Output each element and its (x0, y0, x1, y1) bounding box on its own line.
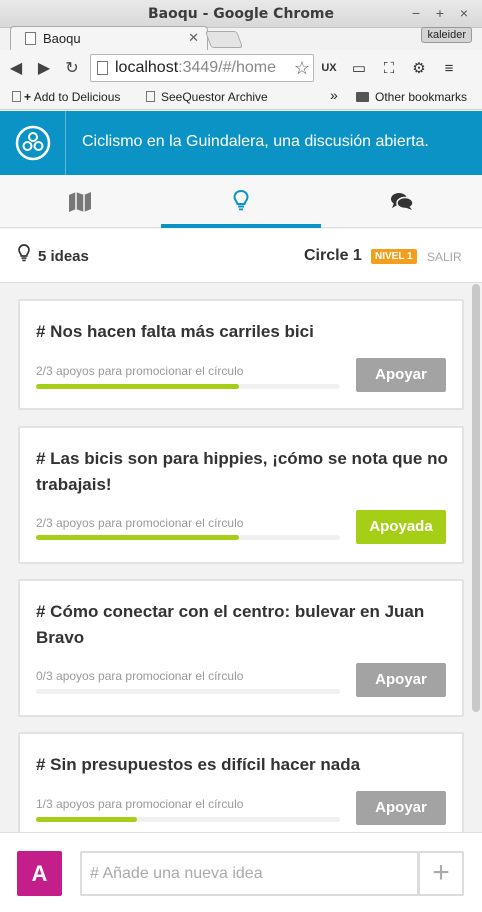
scrollbar[interactable] (472, 284, 480, 712)
maximize-icon[interactable]: + (430, 3, 450, 23)
support-button[interactable]: Apoyar (356, 791, 446, 825)
profile-button[interactable]: kaleider (421, 27, 472, 43)
url-path: :3449/#/home (178, 59, 277, 76)
support-progress-bar (36, 817, 340, 822)
support-button[interactable]: Apoyada (356, 510, 446, 544)
exit-link[interactable]: SALIR (427, 250, 462, 264)
add-idea-button[interactable]: + (418, 851, 464, 896)
forward-icon[interactable]: ▶ (32, 58, 56, 78)
cast-icon[interactable]: ▭ (344, 59, 374, 77)
app-logo[interactable] (0, 111, 66, 175)
ideas-subheader: 5 ideas Circle 1 NIVEL 1 SALIR (0, 229, 482, 283)
screen-capture-icon[interactable]: ⛶ (374, 60, 404, 77)
tab-map[interactable] (0, 175, 160, 228)
idea-title: # Las bicis son para hippies, ¡cómo se n… (36, 449, 448, 494)
back-icon[interactable]: ◀ (4, 58, 28, 78)
bookmarks-overflow-icon[interactable]: » (330, 87, 338, 103)
settings-gear-icon[interactable]: ⚙ (404, 59, 434, 77)
level-badge: NIVEL 1 (371, 249, 417, 264)
support-progress-bar (36, 384, 340, 389)
browser-toolbar: ◀ ▶ ↻ localhost:3449/#/home ☆ UX ▭ ⛶ ⚙ ≡ (0, 50, 482, 86)
ux-extension-icon[interactable]: UX (314, 62, 344, 74)
plus-icon: + (24, 90, 32, 104)
support-button[interactable]: Apoyar (356, 663, 446, 697)
tab-ideas[interactable] (161, 175, 321, 228)
idea-card: # Sin presupuestos es difícil hacer nada… (18, 732, 464, 832)
menu-icon[interactable]: ≡ (434, 60, 464, 77)
bookmark-label: Add to Delicious (33, 90, 121, 104)
app-header: Ciclismo en la Guindalera, una discusión… (0, 111, 482, 175)
minimize-icon[interactable]: − (406, 3, 426, 23)
support-button[interactable]: Apoyar (356, 358, 446, 392)
folder-icon (356, 92, 369, 102)
support-progress-text: 2/3 apoyos para promocionar el círculo (36, 364, 244, 378)
support-progress-text: 2/3 apoyos para promocionar el círculo (36, 516, 244, 530)
other-bookmarks-label: Other bookmarks (375, 90, 468, 104)
page-icon (25, 32, 36, 45)
lightbulb-icon (18, 244, 30, 262)
page-info-icon (97, 61, 108, 75)
bookmark-star-icon[interactable]: ☆ (291, 58, 310, 79)
page-title: Ciclismo en la Guindalera, una discusión… (82, 133, 429, 150)
browser-tab-title: Baoqu (43, 31, 81, 46)
avatar[interactable]: A (17, 851, 62, 896)
support-progress-bar (36, 689, 340, 694)
page-icon (146, 91, 155, 102)
page-icon (12, 91, 21, 102)
ideas-list[interactable]: # Nos hacen falta más carriles bici 2/3 … (0, 284, 482, 832)
browser-tabstrip: Baoqu ✕ kaleider (0, 22, 482, 50)
bookmarks-bar: + Add to Delicious SeeQuestor Archive » … (0, 86, 482, 110)
circle-name: Circle 1 (304, 247, 362, 264)
support-progress-text: 0/3 apoyos para promocionar el círculo (36, 669, 244, 683)
bookmark-label: SeeQuestor Archive (161, 90, 268, 104)
address-bar[interactable]: localhost:3449/#/home ☆ (90, 54, 314, 82)
idea-card: # Las bicis son para hippies, ¡cómo se n… (18, 426, 464, 564)
bookmark-add-to-delicious[interactable]: + Add to Delicious (12, 90, 120, 104)
browser-tab[interactable]: Baoqu ✕ (10, 26, 208, 50)
circles-logo-icon (15, 125, 51, 161)
idea-title: # Sin presupuestos es difícil hacer nada (36, 755, 361, 774)
bookmark-seequestor-archive[interactable]: SeeQuestor Archive (146, 90, 268, 104)
close-tab-icon[interactable]: ✕ (188, 30, 199, 46)
reload-icon[interactable]: ↻ (60, 58, 84, 78)
other-bookmarks[interactable]: Other bookmarks (356, 90, 467, 104)
support-progress-text: 1/3 apoyos para promocionar el círculo (36, 797, 244, 811)
new-tab-button[interactable] (204, 31, 244, 48)
tab-chat[interactable] (322, 175, 482, 228)
idea-card: # Nos hacen falta más carriles bici 2/3 … (18, 299, 464, 410)
idea-title: # Nos hacen falta más carriles bici (36, 322, 314, 341)
idea-title: # Cómo conectar con el centro: bulevar e… (36, 602, 425, 647)
map-icon (69, 191, 91, 212)
idea-card: # Cómo conectar con el centro: bulevar e… (18, 579, 464, 717)
chat-icon (391, 192, 414, 210)
new-idea-input[interactable] (80, 851, 419, 896)
new-idea-footer: A + (0, 832, 482, 912)
close-window-icon[interactable]: × (454, 3, 474, 23)
section-tabs (0, 175, 482, 228)
support-progress-bar (36, 535, 340, 540)
lightbulb-icon (233, 189, 249, 210)
ideas-count: 5 ideas (38, 248, 89, 265)
url-host: localhost (115, 59, 179, 76)
